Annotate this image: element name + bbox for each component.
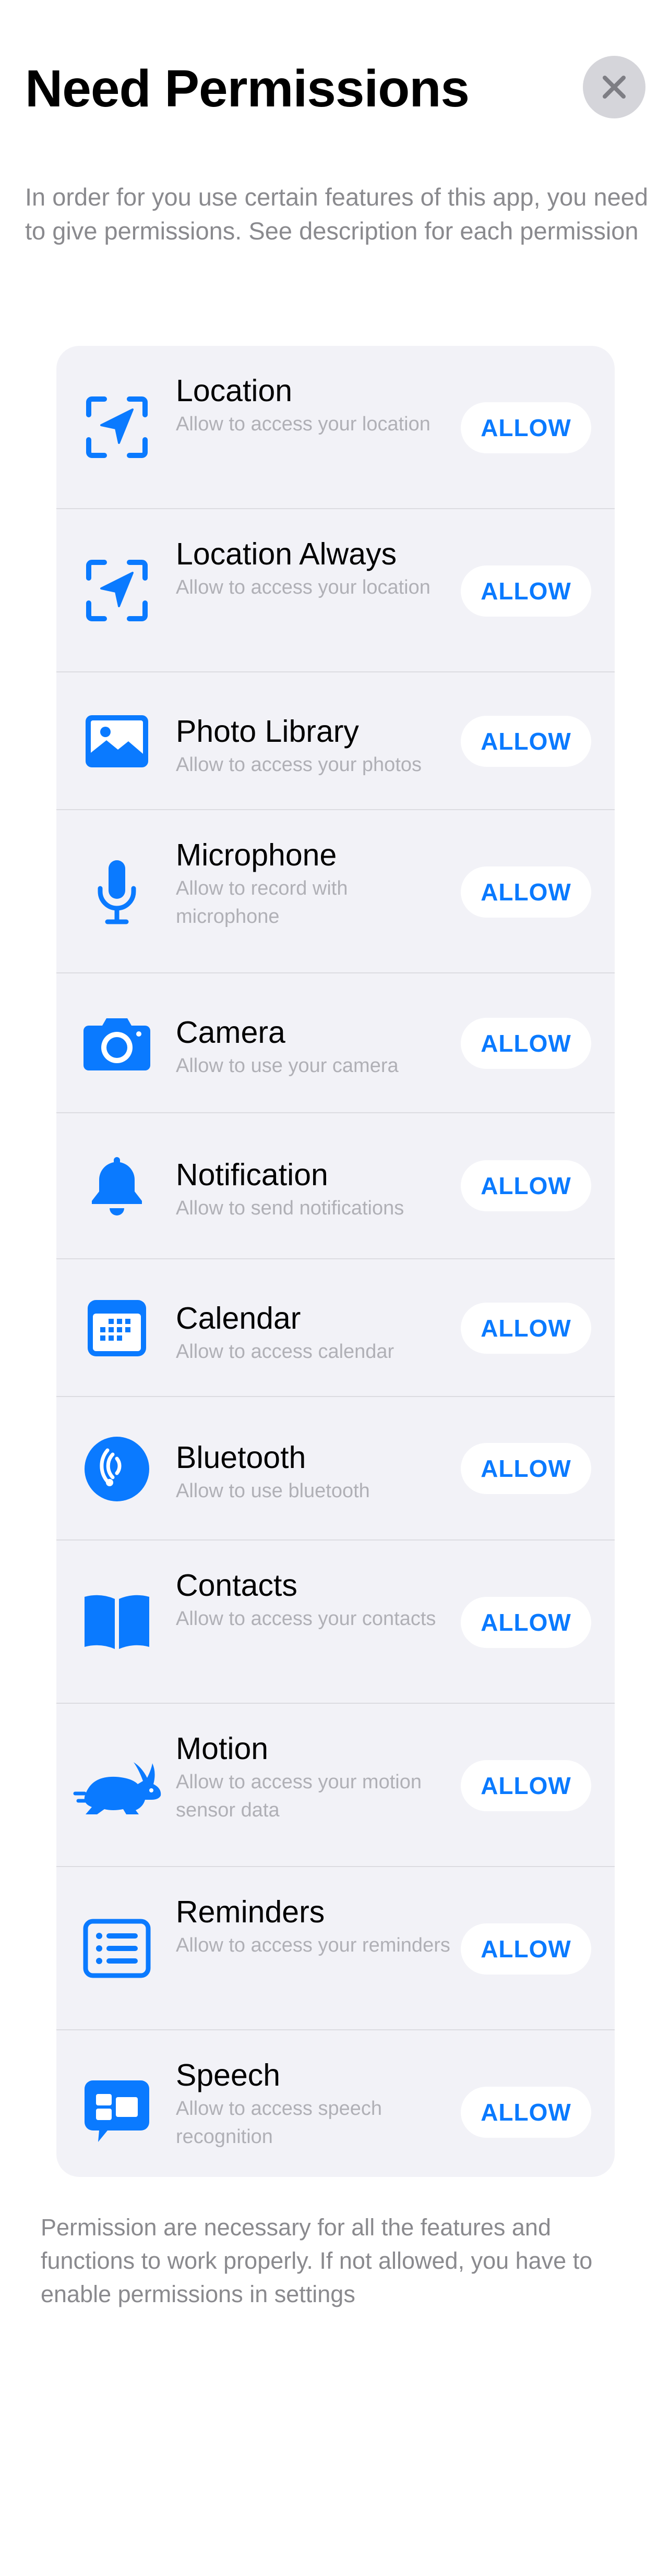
page-title: Need Permissions <box>25 59 470 118</box>
permission-title: Location <box>176 374 293 408</box>
permission-description: Allow to access calendar <box>176 1341 394 1363</box>
location-always-icon <box>80 554 153 627</box>
permission-description: Allow to access your motion sensor data <box>176 1771 422 1821</box>
allow-calendar-button[interactable]: ALLOW <box>461 1303 591 1354</box>
footer-note: Permission are necessary for all the fea… <box>41 2214 593 2307</box>
intro-text: In order for you use certain features of… <box>25 183 649 245</box>
bluetooth-icon <box>80 1433 153 1506</box>
permission-row-notification: Notification Allow to send notifications… <box>56 1113 615 1259</box>
permissions-screen: Need Permissions In order for you use ce… <box>0 0 670 2576</box>
permission-description: Allow to record with microphone <box>176 877 348 928</box>
calendar-icon <box>80 1292 153 1365</box>
permission-row-microphone: Microphone Allow to record with micropho… <box>56 810 615 973</box>
permission-description: Allow to access your location <box>176 413 430 435</box>
allow-location-button[interactable]: ALLOW <box>461 402 591 453</box>
allow-notification-button[interactable]: ALLOW <box>461 1160 591 1211</box>
list-icon <box>80 1912 153 1985</box>
permission-title: Speech <box>176 2058 281 2092</box>
permission-title: Microphone <box>176 838 337 872</box>
permission-title: Contacts <box>176 1568 297 1603</box>
permission-row-location-always: Location Always Allow to access your loc… <box>56 509 615 672</box>
camera-icon <box>80 1007 153 1080</box>
allow-bluetooth-button[interactable]: ALLOW <box>461 1443 591 1494</box>
permission-row-camera: Camera Allow to use your camera ALLOW <box>56 973 615 1113</box>
permission-description: Allow to access your location <box>176 576 430 598</box>
speech-bubble-icon <box>80 2075 153 2148</box>
permission-row-reminders: Reminders Allow to access your reminders… <box>56 1867 615 2030</box>
close-button[interactable] <box>583 56 645 118</box>
permission-description: Allow to use bluetooth <box>176 1480 370 1502</box>
permission-description: Allow to access your contacts <box>176 1608 436 1630</box>
permission-title: Bluetooth <box>176 1440 306 1475</box>
allow-reminders-button[interactable]: ALLOW <box>461 1923 591 1975</box>
location-icon <box>80 391 153 464</box>
bell-icon <box>80 1150 153 1223</box>
permission-row-calendar: Calendar Allow to access calendar ALLOW <box>56 1259 615 1397</box>
permission-row-contacts: Contacts Allow to access your contacts A… <box>56 1540 615 1704</box>
permission-row-motion: Motion Allow to access your motion senso… <box>56 1704 615 1867</box>
book-icon <box>80 1585 153 1658</box>
allow-photo-library-button[interactable]: ALLOW <box>461 716 591 767</box>
allow-location-always-button[interactable]: ALLOW <box>461 565 591 617</box>
permission-title: Motion <box>176 1731 269 1766</box>
permission-title: Location Always <box>176 537 397 571</box>
permission-title: Calendar <box>176 1301 301 1335</box>
permission-description: Allow to access your reminders <box>176 1934 450 1956</box>
permission-row-bluetooth: Bluetooth Allow to use bluetooth ALLOW <box>56 1397 615 1540</box>
allow-motion-button[interactable]: ALLOW <box>461 1760 591 1811</box>
permission-description: Allow to send notifications <box>176 1197 404 1219</box>
rabbit-icon <box>73 1749 162 1822</box>
permission-description: Allow to access speech recognition <box>176 2098 382 2148</box>
photo-library-icon <box>80 705 153 778</box>
allow-speech-button[interactable]: ALLOW <box>461 2087 591 2138</box>
close-icon <box>603 76 626 99</box>
permission-title: Notification <box>176 1158 328 1192</box>
permissions-list: Location Allow to access your location A… <box>56 346 615 2177</box>
permission-row-location: Location Allow to access your location A… <box>56 346 615 509</box>
permission-description: Allow to use your camera <box>176 1055 399 1077</box>
permission-description: Allow to access your photos <box>176 754 422 776</box>
permission-title: Photo Library <box>176 714 359 749</box>
allow-microphone-button[interactable]: ALLOW <box>461 866 591 918</box>
permission-row-photo-library: Photo Library Allow to access your photo… <box>56 672 615 810</box>
permission-title: Reminders <box>176 1895 325 1929</box>
microphone-icon <box>80 855 153 928</box>
permission-title: Camera <box>176 1015 285 1050</box>
allow-camera-button[interactable]: ALLOW <box>461 1018 591 1069</box>
allow-contacts-button[interactable]: ALLOW <box>461 1597 591 1648</box>
permission-row-speech: Speech Allow to access speech recognitio… <box>56 2030 615 2177</box>
